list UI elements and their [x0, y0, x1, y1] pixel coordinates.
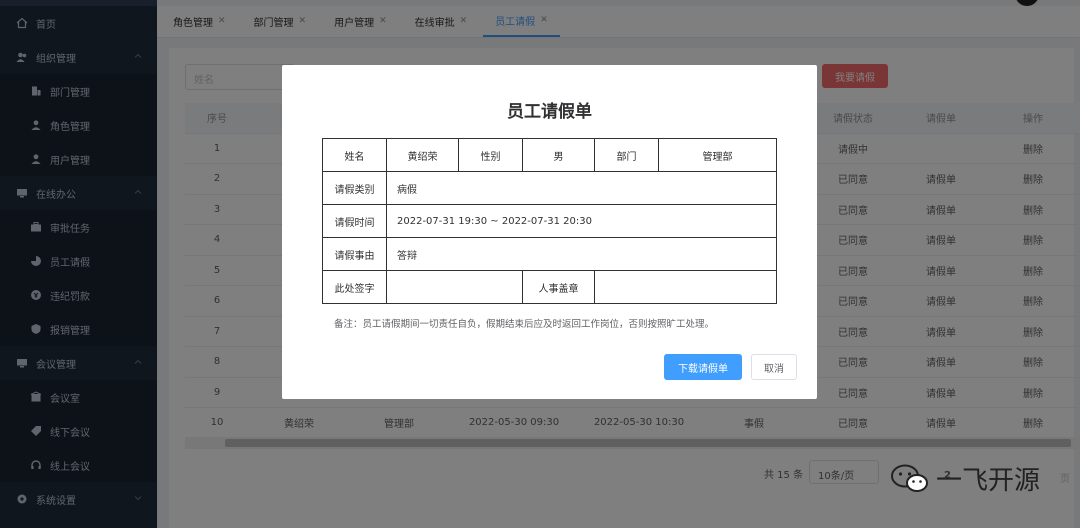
- current-page[interactable]: 2: [944, 470, 951, 481]
- hr-seal-label: 人事盖章: [522, 270, 595, 304]
- goto-page-suffix: 页: [1060, 474, 1070, 485]
- wechat-icon: [891, 464, 928, 492]
- leave-slip-dialog: 员工请假单 姓名 黄绍荣 性别 男 部门 管理部 请假类别 病假 请假时间 20…: [282, 65, 817, 399]
- cancel-button[interactable]: 取消: [751, 354, 797, 380]
- watermark: 一飞开源: [890, 460, 1040, 497]
- dept-label: 部门: [594, 138, 659, 172]
- gender-value: 男: [522, 138, 595, 172]
- reason-label: 请假事由: [322, 237, 387, 271]
- type-value: 病假: [386, 171, 777, 205]
- name-label: 姓名: [322, 138, 387, 172]
- name-value: 黄绍荣: [386, 138, 459, 172]
- form-row: 此处签字 人事盖章: [322, 270, 777, 304]
- hr-seal-field: [594, 270, 777, 304]
- type-label: 请假类别: [322, 171, 387, 205]
- form-row: 请假类别 病假: [322, 171, 777, 205]
- dialog-title: 员工请假单: [507, 102, 592, 122]
- gender-label: 性别: [458, 138, 523, 172]
- form-row: 姓名 黄绍荣 性别 男 部门 管理部: [322, 138, 777, 172]
- dialog-note: 备注：员工请假期间一切责任自负，假期结束后应及时返回工作岗位，否则按照旷工处理。: [334, 319, 715, 330]
- form-row: 请假事由 答辩: [322, 237, 777, 271]
- time-label: 请假时间: [322, 204, 387, 238]
- download-slip-button[interactable]: 下载请假单: [664, 354, 742, 380]
- form-row: 请假时间 2022-07-31 19:30 ~ 2022-07-31 20:30: [322, 204, 777, 238]
- dept-value: 管理部: [658, 138, 777, 172]
- reason-value: 答辩: [386, 237, 777, 271]
- leave-slip-form: 姓名 黄绍荣 性别 男 部门 管理部 请假类别 病假 请假时间 2022-07-…: [322, 138, 777, 304]
- signature-field: [386, 270, 523, 304]
- signature-label: 此处签字: [322, 270, 387, 304]
- time-value: 2022-07-31 19:30 ~ 2022-07-31 20:30: [386, 204, 777, 238]
- watermark-text: 一飞开源: [936, 466, 1041, 496]
